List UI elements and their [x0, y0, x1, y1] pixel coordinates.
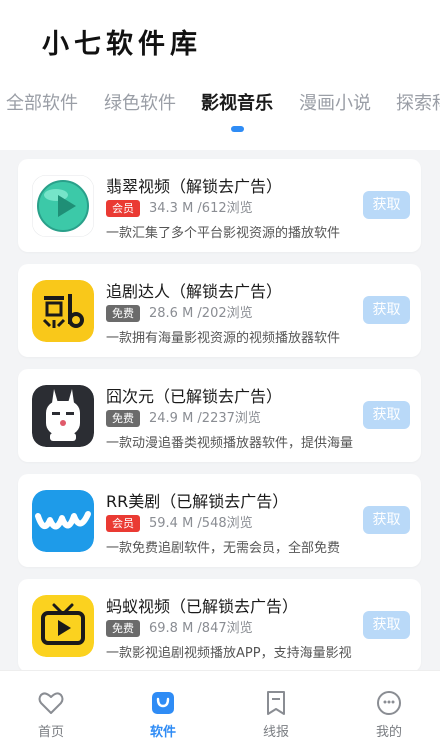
app-title: 蚂蚁视频（已解锁去广告）	[106, 597, 299, 616]
nav-deals-label: 线报	[262, 725, 289, 740]
tab-video-music[interactable]: 影视音乐	[201, 90, 273, 118]
app-meta: 会员 34.3 M /612浏览	[106, 200, 253, 218]
app-meta: 免费 24.9 M /2237浏览	[106, 410, 261, 428]
app-title: RR美剧（已解锁去广告）	[106, 492, 289, 511]
nav-software-label: 软件	[149, 725, 176, 740]
app-card[interactable]: 囧次元（已解锁去广告） 免费 24.9 M /2237浏览 一款动漫追番类视频播放…	[18, 369, 421, 462]
category-tabs: 全部软件 绿色软件 影视音乐 漫画小说 探索科技	[0, 90, 440, 130]
app-description: 一款拥有海量影视资源的视频播放器软件	[106, 331, 341, 346]
get-button[interactable]: 获取	[363, 506, 410, 534]
app-list: 翡翠视频（解锁去广告） 会员 34.3 M /612浏览 一款汇集了多个平台影视资…	[0, 150, 440, 670]
app-title: 囧次元（已解锁去广告）	[106, 387, 283, 406]
free-badge: 免费	[106, 305, 140, 322]
app-meta: 免费 69.8 M /847浏览	[106, 620, 253, 638]
jade-play-icon	[32, 175, 94, 237]
app-card[interactable]: RR美剧（已解锁去广告） 会员 59.4 M /548浏览 一款免费追剧软件，无需…	[18, 474, 421, 567]
get-button[interactable]: 获取	[363, 191, 410, 219]
get-button[interactable]: 获取	[363, 401, 410, 429]
zhuijudaren-logo-icon	[32, 280, 94, 342]
app-title: 翡翠视频（解锁去广告）	[106, 177, 283, 196]
app-title: 小七软件库	[42, 29, 202, 60]
header: 小七软件库 全部软件 绿色软件 影视音乐 漫画小说 探索科技	[0, 0, 440, 150]
rabbit-mascot-icon	[32, 385, 94, 447]
app-meta: 会员 59.4 M /548浏览	[106, 515, 253, 533]
app-size-views: 69.8 M /847浏览	[149, 621, 253, 636]
nav-home-label: 首页	[37, 725, 64, 740]
get-button[interactable]: 获取	[363, 611, 410, 639]
app-description: 一款动漫追番类视频播放器软件，提供海量	[106, 436, 354, 451]
bag-icon	[149, 689, 177, 717]
tab-green-software[interactable]: 绿色软件	[104, 90, 176, 118]
free-badge: 免费	[106, 620, 140, 637]
heart-icon	[37, 689, 65, 717]
app-description: 一款汇集了多个平台影视资源的播放软件	[106, 226, 341, 241]
app-title: 追剧达人（解锁去广告）	[106, 282, 283, 301]
bottom-nav: 首页 软件 线报 我的	[0, 670, 440, 750]
app-description: 一款免费追剧软件，无需会员，全部免费	[106, 541, 341, 556]
app-size-views: 24.9 M /2237浏览	[149, 411, 261, 426]
vip-badge: 会员	[106, 515, 140, 532]
nav-deals[interactable]: 线报	[241, 671, 311, 750]
tab-explore-tech[interactable]: 探索科技	[396, 90, 440, 118]
app-card[interactable]: 追剧达人（解锁去广告） 免费 28.6 M /202浏览 一款拥有海量影视资源的视…	[18, 264, 421, 357]
tab-all-software[interactable]: 全部软件	[6, 90, 78, 118]
app-size-views: 59.4 M /548浏览	[149, 516, 253, 531]
tv-play-icon	[32, 595, 94, 657]
tab-comics-novels[interactable]: 漫画小说	[299, 90, 371, 118]
smiley-icon	[375, 689, 403, 717]
nav-home[interactable]: 首页	[16, 671, 86, 750]
app-meta: 免费 28.6 M /202浏览	[106, 305, 253, 323]
bookmark-icon	[262, 689, 290, 717]
rr-wave-icon	[32, 490, 94, 552]
free-badge: 免费	[106, 410, 140, 427]
active-tab-indicator	[231, 126, 244, 132]
app-description: 一款影视追剧视频播放APP，支持海量影视	[106, 646, 352, 661]
nav-software[interactable]: 软件	[128, 671, 198, 750]
nav-mine-label: 我的	[375, 725, 402, 740]
get-button[interactable]: 获取	[363, 296, 410, 324]
nav-mine[interactable]: 我的	[354, 671, 424, 750]
app-card[interactable]: 蚂蚁视频（已解锁去广告） 免费 69.8 M /847浏览 一款影视追剧视频播放A…	[18, 579, 421, 670]
app-size-views: 28.6 M /202浏览	[149, 306, 253, 321]
app-size-views: 34.3 M /612浏览	[149, 201, 253, 216]
app-card[interactable]: 翡翠视频（解锁去广告） 会员 34.3 M /612浏览 一款汇集了多个平台影视资…	[18, 159, 421, 252]
vip-badge: 会员	[106, 200, 140, 217]
